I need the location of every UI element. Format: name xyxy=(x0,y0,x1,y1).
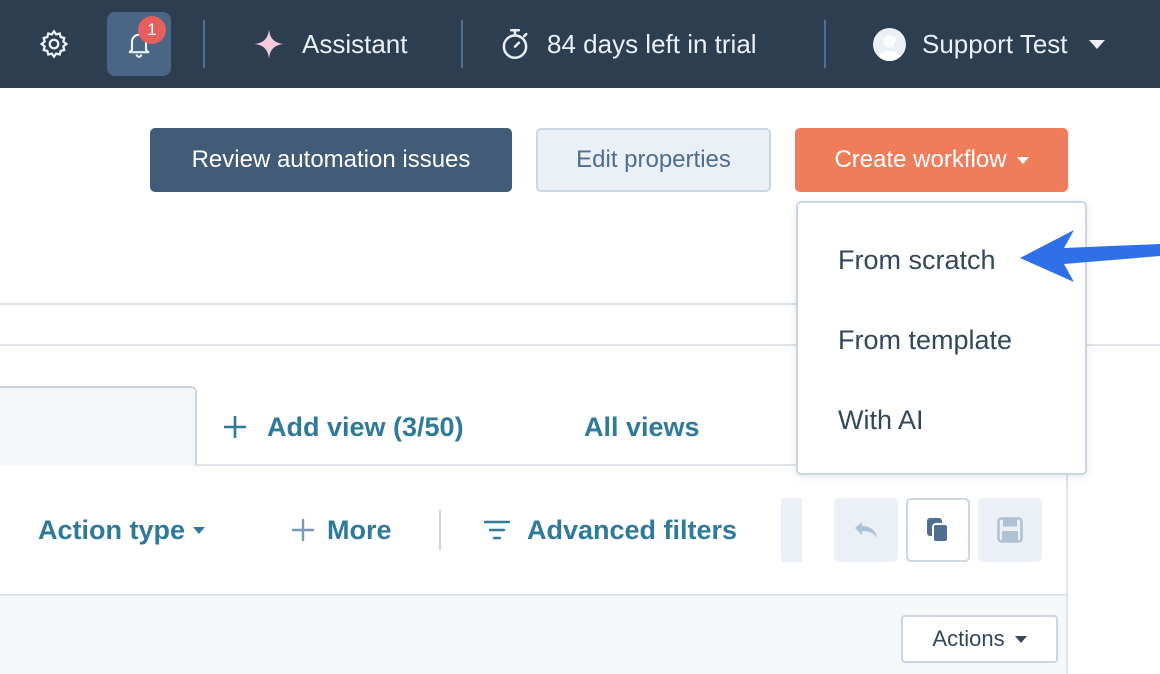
user-avatar[interactable] xyxy=(873,28,906,61)
caret-down-icon xyxy=(1014,635,1027,643)
action-type-filter[interactable]: Action type xyxy=(38,510,206,550)
top-navigation-bar: 1 Assistant 84 days left in trial Suppor… xyxy=(0,0,1160,88)
add-view-link[interactable]: Add view (3/50) xyxy=(222,407,464,447)
undo-button[interactable] xyxy=(834,498,898,562)
more-filters-button[interactable]: More xyxy=(290,510,392,550)
trial-days-label: 84 days left in trial xyxy=(547,28,757,59)
save-icon xyxy=(997,517,1023,543)
create-workflow-button[interactable]: Create workflow xyxy=(795,128,1068,192)
topbar-divider xyxy=(461,20,463,68)
table-actions-button[interactable]: Actions xyxy=(901,615,1058,663)
advanced-filters-button[interactable]: Advanced filters xyxy=(484,510,737,550)
menu-item-from-scratch[interactable]: From scratch xyxy=(838,245,996,276)
advanced-filters-label: Advanced filters xyxy=(527,514,738,545)
trial-status-button[interactable]: 84 days left in trial xyxy=(499,0,757,88)
edit-properties-button[interactable]: Edit properties xyxy=(536,128,771,192)
action-type-label: Action type xyxy=(38,514,186,545)
active-view-tab[interactable] xyxy=(0,386,197,466)
undo-icon xyxy=(855,522,877,538)
stopwatch-icon xyxy=(502,29,528,59)
review-automation-issues-button[interactable]: Review automation issues xyxy=(150,128,512,192)
all-views-link[interactable]: All views xyxy=(584,407,700,447)
filter-lines-icon xyxy=(484,520,510,540)
plus-icon xyxy=(292,519,314,541)
menu-item-from-template[interactable]: From template xyxy=(838,325,1012,356)
create-workflow-label: Create workflow xyxy=(834,146,1007,173)
caret-down-icon xyxy=(193,526,206,534)
caret-down-icon xyxy=(1016,156,1029,164)
actions-label: Actions xyxy=(932,626,1005,651)
panel-right-border xyxy=(1066,466,1068,674)
filter-divider xyxy=(439,510,441,550)
settings-button[interactable] xyxy=(38,0,70,88)
notifications-bell xyxy=(125,0,153,88)
topbar-divider xyxy=(203,20,205,68)
chevron-down-icon xyxy=(1088,40,1105,49)
user-icon xyxy=(878,35,901,61)
assistant-label: Assistant xyxy=(302,28,408,59)
topbar-divider xyxy=(824,20,826,68)
section-divider xyxy=(1086,344,1160,346)
more-label: More xyxy=(327,514,392,545)
section-divider xyxy=(0,344,798,346)
user-menu-button[interactable]: Support Test xyxy=(922,0,1106,88)
section-divider xyxy=(0,303,798,305)
menu-item-with-ai[interactable]: With AI xyxy=(838,405,924,436)
assistant-button[interactable]: Assistant xyxy=(253,0,408,88)
search-field-edge[interactable] xyxy=(781,498,802,562)
notification-count-badge: 1 xyxy=(138,16,166,44)
add-view-label: Add view (3/50) xyxy=(267,411,464,442)
user-name: Support Test xyxy=(922,28,1068,59)
gear-icon xyxy=(39,29,69,59)
annotation-arrow-icon xyxy=(1020,230,1160,282)
duplicate-view-button[interactable] xyxy=(906,498,970,562)
save-view-button[interactable] xyxy=(978,498,1042,562)
plus-icon xyxy=(224,416,246,438)
sparkle-icon xyxy=(254,29,284,59)
copy-icon xyxy=(927,518,949,543)
